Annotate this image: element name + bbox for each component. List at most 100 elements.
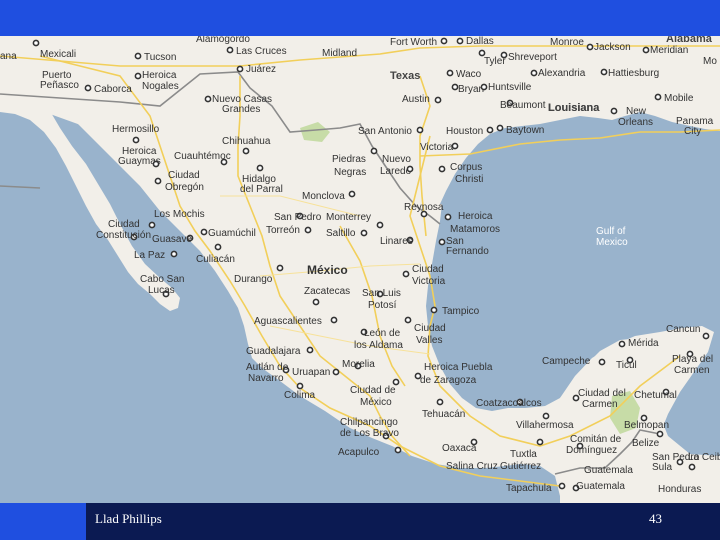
label-tucson: Tucson — [144, 52, 176, 63]
label-morelia: Morelia — [342, 359, 375, 370]
label-corpus-christi-line2: Christi — [455, 174, 483, 185]
city-marker-victoria — [451, 142, 459, 150]
label-alexandria: Alexandria — [538, 68, 586, 79]
label-hermosillo: Hermosillo — [112, 124, 160, 135]
city-marker-hermosillo — [132, 136, 140, 144]
label-ciudad-de-mexico-line1: Ciudad de — [350, 385, 396, 396]
label-san-pedro-sula-line2: Sula — [652, 462, 672, 473]
label-monterrey: Monterrey — [326, 212, 371, 223]
label-mexico: México — [307, 263, 348, 277]
label-acapulco: Acapulco — [338, 447, 380, 458]
label-san-fernando-line2: Fernando — [446, 246, 489, 257]
city-marker-la-paz — [170, 250, 178, 258]
label-guatemala-city: Guatemala — [576, 481, 625, 492]
label-merida: Mérida — [628, 338, 659, 349]
city-marker-dallas — [456, 37, 464, 45]
label-houston: Houston — [446, 126, 483, 137]
label-cuauhtemoc: Cuauhtémoc — [174, 151, 231, 162]
city-marker-saltillo — [360, 229, 368, 237]
label-heroica-matamoros-line2: Matamoros — [450, 224, 500, 235]
label-cancun: Cancun — [666, 324, 700, 335]
label-huntsville: Huntsville — [488, 82, 532, 93]
label-ciudad-del-carmen-line1: Ciudad del — [578, 388, 626, 399]
label-hidalgo-del-parral-line2: del Parral — [240, 184, 283, 195]
label-culiacan: Culiacán — [196, 254, 235, 265]
label-aguascalientes: Aguascalientes — [254, 316, 322, 327]
label-cabo-san-lucas-line2: Lucas — [148, 285, 175, 296]
label-tuxtla-line2: Gutiérrez — [500, 461, 541, 472]
label-ciudad-victoria-line1: Ciudad — [412, 264, 444, 275]
city-marker-hidalgo-del-parral — [256, 164, 264, 172]
city-marker-heroica-matamoros — [444, 213, 452, 221]
label-caborca: Caborca — [94, 84, 132, 95]
label-ciudad-constitucion-line2: Constitución — [96, 230, 151, 241]
city-marker-hattiesburg — [600, 68, 608, 76]
label-ticul: Ticul — [616, 360, 637, 371]
label-beaumont: Beaumont — [500, 100, 546, 111]
label-hattiesburg: Hattiesburg — [608, 68, 659, 79]
label-gulf-of-mexico-line1: Gulf of — [596, 226, 626, 237]
label-monroe: Monroe — [550, 37, 584, 48]
city-marker-la-ceiba — [688, 463, 696, 471]
city-marker-ciudad-obregon — [154, 177, 162, 185]
page-number: 43 — [649, 511, 662, 526]
label-la-paz: La Paz — [134, 250, 165, 261]
label-shreveport: Shreveport — [508, 52, 557, 63]
label-juarez: Juárez — [246, 64, 276, 75]
city-marker-tapachula — [558, 482, 566, 490]
label-ciudad-del-carmen-line2: Carmen — [582, 399, 618, 410]
city-marker-heroica-guaymas — [152, 160, 160, 168]
city-marker-shreveport — [500, 51, 508, 59]
label-guamuchil: Guamúchil — [208, 228, 256, 239]
label-guasave: Guasave — [152, 234, 192, 245]
label-tehuacan: Tehuacán — [422, 409, 465, 420]
label-waco: Waco — [456, 69, 482, 80]
label-mexicali: Mexicali — [40, 49, 76, 60]
city-marker-bryan — [451, 83, 459, 91]
city-marker-cancun — [702, 332, 710, 340]
city-marker-guamuchil — [200, 228, 208, 236]
label-reynosa: Reynosa — [404, 202, 444, 213]
label-ciudad-de-mexico-line2: México — [360, 397, 392, 408]
label-comitan-line2: Domínguez — [566, 445, 617, 456]
city-marker-san-antonio — [416, 126, 424, 134]
city-marker-chihuahua — [242, 147, 250, 155]
city-marker-baytown — [496, 124, 504, 132]
label-colima: Colima — [284, 390, 316, 401]
label-guadalajara: Guadalajara — [246, 346, 301, 357]
city-marker-tyler — [478, 49, 486, 57]
label-cabo-san-lucas-line1: Cabo San — [140, 274, 184, 285]
label-guatemala-country: Guatemala — [584, 465, 633, 476]
city-marker-las-cruces — [226, 46, 234, 54]
label-meridian: Meridian — [650, 45, 688, 56]
city-marker-caborca — [84, 84, 92, 92]
label-dallas: Dallas — [466, 36, 494, 47]
label-uruapan: Uruapan — [292, 367, 330, 378]
city-marker-campeche — [598, 358, 606, 366]
label-leon-line2: los Aldama — [354, 340, 403, 351]
label-chetumal: Chetumal — [634, 390, 677, 401]
label-puerto-penasco-line2: Peñasco — [40, 80, 79, 91]
label-chilpancingo-line2: de Los Bravo — [340, 428, 399, 439]
city-marker-belize — [656, 430, 664, 438]
label-chihuahua: Chihuahua — [222, 136, 271, 147]
city-marker-mexicali — [32, 39, 40, 47]
label-louisiana-city: Louisiana — [548, 102, 600, 114]
label-heroica-matamoros-line1: Heroica — [458, 211, 493, 222]
label-playa-del-carmen-line1: Playa del — [672, 354, 713, 365]
label-campeche: Campeche — [542, 356, 591, 367]
label-ciudad-valles-line1: Ciudad — [414, 323, 446, 334]
label-bryan: Bryan — [458, 84, 484, 95]
label-ciudad-valles-line2: Valles — [416, 335, 443, 346]
city-marker-tuxtla-gutierrez — [536, 438, 544, 446]
city-marker-uruapan — [332, 368, 340, 376]
footer-bar: Llad Phillips 43 — [0, 503, 720, 540]
city-marker-jackson — [586, 43, 594, 51]
label-ciudad-obregon-line1: Ciudad — [168, 170, 200, 181]
label-piedras-negras-line1: Piedras — [332, 154, 366, 165]
header-bar — [0, 0, 720, 36]
label-salina-cruz: Salina Cruz — [446, 461, 498, 472]
label-new-orleans-line2: Orleans — [618, 117, 653, 128]
label-playa-del-carmen-line2: Carmen — [674, 365, 710, 376]
footer-accent-block — [0, 503, 86, 540]
